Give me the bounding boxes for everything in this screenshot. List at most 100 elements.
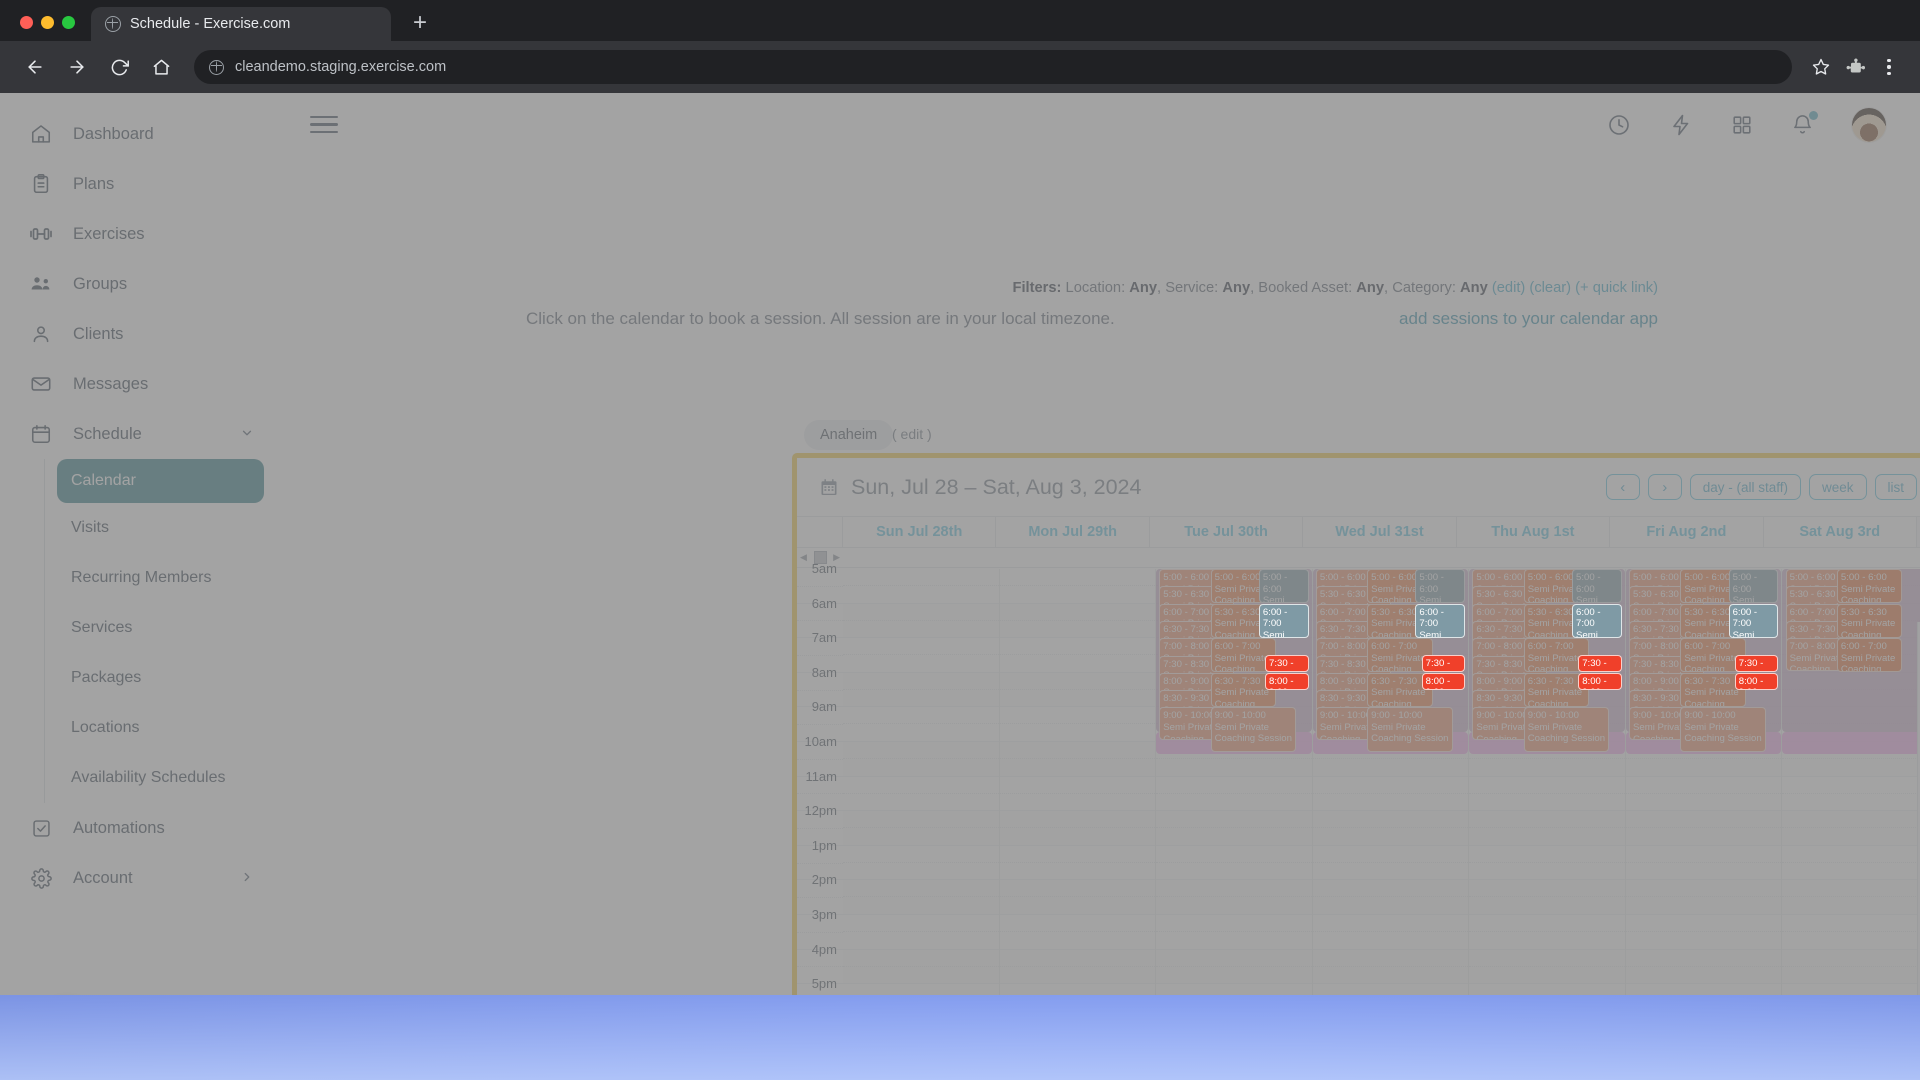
- calendar-event[interactable]: 5:00 - 6:00Semi Private Coaching Session: [1836, 569, 1903, 603]
- calendar-event[interactable]: 7:30 - 8:30Semi Private Coaching Session: [1734, 655, 1779, 673]
- hour-slot[interactable]: [1000, 984, 1156, 995]
- calendar-event[interactable]: 5:00 - 6:00Semi Private Coaching Session: [1415, 569, 1466, 603]
- hour-slot[interactable]: [1312, 846, 1469, 881]
- hour-slot[interactable]: [1469, 915, 1625, 950]
- grid-icon[interactable]: [1731, 114, 1753, 136]
- day-header-wed[interactable]: Wed Jul 31st: [1303, 517, 1457, 547]
- hour-slot[interactable]: [1469, 846, 1625, 881]
- hour-slot[interactable]: [999, 915, 1156, 950]
- next-week-button[interactable]: ›: [1647, 474, 1682, 500]
- forward-button[interactable]: [58, 48, 96, 86]
- hour-slot[interactable]: [999, 811, 1156, 846]
- calendar-event[interactable]: 5:00 - 6:00Semi Private Coaching Session: [1571, 569, 1622, 603]
- prev-week-button[interactable]: ‹: [1605, 474, 1640, 500]
- hour-slot[interactable]: [1312, 777, 1469, 812]
- calendar-event[interactable]: 7:30 - 8:30Semi Private Coaching Session: [1578, 655, 1622, 673]
- location-edit-link[interactable]: ( edit ): [892, 426, 932, 442]
- day-column[interactable]: 5:00 - 6:00Semi Private Coaching Session…: [1782, 569, 1920, 995]
- sidebar-item-availability-schedules[interactable]: Availability Schedules: [45, 753, 280, 803]
- hour-slot[interactable]: [843, 777, 999, 812]
- hour-slot[interactable]: [999, 569, 1156, 604]
- bell-icon[interactable]: [1791, 111, 1818, 136]
- sidebar-item-automations[interactable]: Automations: [0, 803, 280, 853]
- day-header-sat[interactable]: Sat Aug 3rd: [1764, 517, 1917, 547]
- hour-slot[interactable]: [999, 949, 1156, 985]
- bookmark-star-icon[interactable]: [1806, 52, 1836, 82]
- hour-slot[interactable]: [843, 880, 999, 915]
- hour-slot[interactable]: [1782, 846, 1920, 881]
- calendar-event[interactable]: 5:30 - 6:30Semi Private Coaching Session: [1836, 603, 1903, 638]
- menu-toggle-button[interactable]: [310, 115, 338, 134]
- scroll-left-icon[interactable]: ◀: [800, 552, 807, 563]
- clock-icon[interactable]: [1607, 113, 1631, 137]
- browser-menu-button[interactable]: [1874, 52, 1904, 82]
- hour-slot[interactable]: [1782, 915, 1920, 950]
- hour-slot[interactable]: [999, 638, 1156, 673]
- calendar-event[interactable]: 9:00 - 10:00Semi Private Coaching Sessio…: [1210, 707, 1297, 752]
- calendar-event[interactable]: 9:00 - 10:00Semi Private Coaching Sessio…: [1680, 707, 1766, 752]
- location-chip[interactable]: Anaheim: [804, 420, 894, 450]
- hour-slot[interactable]: [1625, 811, 1782, 846]
- hour-slot[interactable]: [1156, 984, 1312, 995]
- hour-slot[interactable]: [999, 672, 1156, 708]
- hour-slot[interactable]: [843, 672, 999, 708]
- view-day-button[interactable]: day - (all staff): [1689, 474, 1801, 500]
- sidebar-item-groups[interactable]: Groups: [0, 259, 280, 309]
- filters-edit-link[interactable]: (edit): [1492, 280, 1525, 296]
- filters-quick-link[interactable]: (+ quick link): [1575, 280, 1658, 296]
- sidebar-item-exercises[interactable]: Exercises: [0, 209, 280, 259]
- hour-slot[interactable]: [1156, 811, 1312, 846]
- hour-slot[interactable]: [1156, 777, 1312, 812]
- day-column[interactable]: [843, 569, 1000, 995]
- address-bar[interactable]: cleandemo.staging.exercise.com: [194, 50, 1792, 84]
- hour-slot[interactable]: [1312, 915, 1469, 950]
- calendar-event[interactable]: 8:00 - 9:00Semi Private Coaching Session: [1734, 672, 1779, 690]
- hour-slot[interactable]: [843, 915, 999, 950]
- hour-slot[interactable]: [843, 811, 999, 846]
- sidebar-item-packages[interactable]: Packages: [45, 653, 280, 703]
- hour-slot[interactable]: [999, 741, 1156, 777]
- hour-slot[interactable]: [843, 707, 999, 742]
- sidebar-item-schedule[interactable]: Schedule: [0, 409, 280, 459]
- minimize-window-button[interactable]: [41, 16, 54, 29]
- calendar-event[interactable]: 6:00 - 7:00Semi Private Coaching Session: [1728, 603, 1779, 638]
- calendar-event[interactable]: 5:00 - 6:00Semi Private Coaching Session: [1258, 569, 1309, 603]
- day-column[interactable]: 5:00 - 6:00Semi Private Coaching Session…: [1156, 569, 1313, 995]
- sidebar-item-services[interactable]: Services: [45, 603, 280, 653]
- sidebar-item-messages[interactable]: Messages: [0, 359, 280, 409]
- calendar-event[interactable]: 6:00 - 7:00Semi Private Coaching Session: [1571, 603, 1622, 638]
- calendar-event[interactable]: 8:00 - 9:00Semi Private Coaching Session: [1421, 672, 1466, 690]
- add-to-calendar-link[interactable]: add sessions to your calendar app: [1399, 309, 1658, 329]
- hour-slot[interactable]: [1782, 811, 1920, 846]
- hour-slot[interactable]: [1782, 949, 1920, 985]
- hour-slot[interactable]: [843, 984, 999, 995]
- day-column[interactable]: 5:00 - 6:00Semi Private Coaching Session…: [1469, 569, 1626, 995]
- hour-slot[interactable]: [843, 846, 999, 881]
- day-header-sun[interactable]: Sun Jul 28th: [843, 517, 997, 547]
- hour-slot[interactable]: [1626, 984, 1782, 995]
- hour-slot[interactable]: [1625, 846, 1782, 881]
- hour-slot[interactable]: [1156, 846, 1312, 881]
- hour-slot[interactable]: [1782, 777, 1920, 812]
- hour-slot[interactable]: [1469, 880, 1625, 915]
- sidebar-item-calendar[interactable]: Calendar: [57, 459, 264, 503]
- hour-slot[interactable]: [1625, 880, 1782, 915]
- back-button[interactable]: [16, 48, 54, 86]
- hour-slot[interactable]: [843, 569, 999, 604]
- hour-slot[interactable]: [1782, 984, 1920, 995]
- hour-slot[interactable]: [1469, 811, 1625, 846]
- calendar-event[interactable]: 9:00 - 10:00Semi Private Coaching Sessio…: [1523, 707, 1610, 752]
- day-header-mon[interactable]: Mon Jul 29th: [996, 517, 1150, 547]
- sidebar-item-account[interactable]: Account: [0, 853, 280, 903]
- sidebar-item-dashboard[interactable]: Dashboard: [0, 109, 280, 159]
- hour-slot[interactable]: [1625, 915, 1782, 950]
- hour-slot[interactable]: [1313, 984, 1469, 995]
- avatar[interactable]: [1852, 107, 1886, 142]
- day-column[interactable]: 5:00 - 6:00Semi Private Coaching Session…: [1625, 569, 1783, 995]
- view-list-button[interactable]: list: [1874, 474, 1917, 500]
- hour-slot[interactable]: [999, 880, 1156, 915]
- calendar-event[interactable]: 6:00 - 7:00Semi Private Coaching Session: [1415, 603, 1466, 638]
- extensions-icon[interactable]: [1840, 52, 1870, 82]
- view-week-button[interactable]: week: [1808, 474, 1867, 500]
- calendar-event[interactable]: 6:00 - 7:00Semi Private Coaching Session: [1258, 603, 1309, 638]
